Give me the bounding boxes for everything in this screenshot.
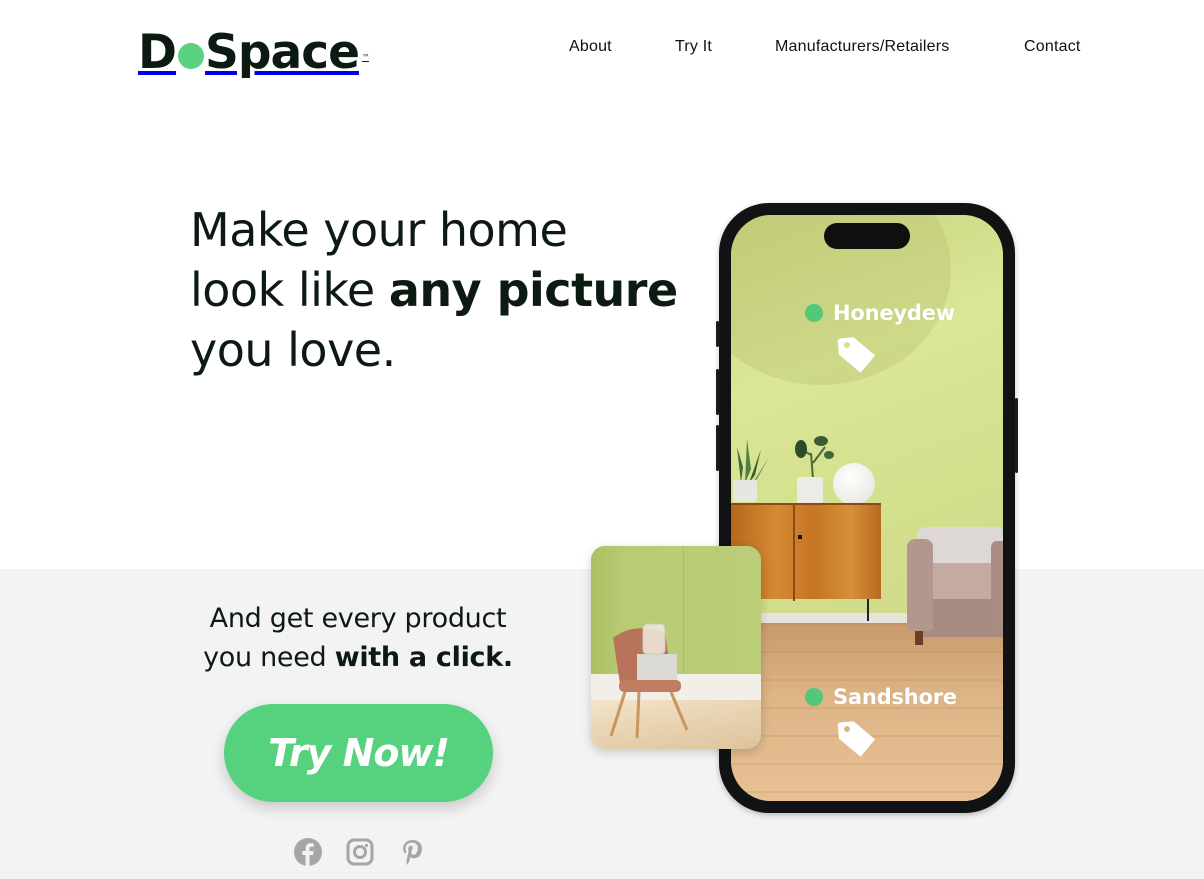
color-tag-honeydew[interactable]: Honeydew xyxy=(805,301,955,325)
facebook-icon xyxy=(294,838,322,866)
phone-power-button xyxy=(1015,398,1018,473)
room-wood-floor xyxy=(731,623,1003,801)
main-nav: About Try It Manufacturers/Retailers Con… xyxy=(0,38,1204,60)
plant-pot xyxy=(733,480,757,502)
facebook-link[interactable] xyxy=(292,836,324,868)
green-dot-icon xyxy=(805,304,823,322)
subheadline-emphasis: with a click. xyxy=(334,642,513,673)
tag-label: Honeydew xyxy=(833,301,955,325)
dynamic-island xyxy=(824,223,910,249)
sideboard-leg xyxy=(867,599,869,621)
try-now-label: Try Now! xyxy=(268,731,450,775)
try-now-button[interactable]: Try Now! xyxy=(224,704,493,802)
armchair xyxy=(907,527,1003,647)
phone-action-button xyxy=(716,321,719,347)
plant-pot xyxy=(797,477,823,503)
nav-manufacturers-retailers[interactable]: Manufacturers/Retailers xyxy=(775,38,949,56)
price-tag-icon[interactable] xyxy=(835,333,879,377)
price-tag-icon[interactable] xyxy=(835,717,879,761)
nav-try-it[interactable]: Try It xyxy=(675,38,712,56)
phone-mockup: Honeydew Sandshore xyxy=(716,203,1018,813)
pinterest-icon xyxy=(403,840,422,865)
instagram-icon xyxy=(346,838,374,866)
green-dot-icon xyxy=(805,688,823,706)
subheadline-line-2: you need xyxy=(203,642,335,673)
inspiration-photo-card[interactable] xyxy=(591,546,761,749)
pinterest-link[interactable] xyxy=(396,836,428,868)
headline-emphasis: any picture xyxy=(388,263,678,317)
nav-about[interactable]: About xyxy=(569,38,612,56)
color-tag-sandshore[interactable]: Sandshore xyxy=(805,685,957,709)
social-links xyxy=(292,836,428,868)
snake-plant-icon xyxy=(737,439,769,483)
nav-contact[interactable]: Contact xyxy=(1024,38,1081,56)
begonia-plant-icon xyxy=(795,436,834,479)
subheadline-line-1: And get every product xyxy=(209,603,507,634)
phone-volume-down-button xyxy=(716,425,719,471)
phone-screen-room-image: Honeydew Sandshore xyxy=(731,215,1003,801)
tag-label: Sandshore xyxy=(833,685,957,709)
globe-lamp xyxy=(833,463,875,505)
hero-headline: Make your home look like any picture you… xyxy=(190,200,710,380)
instagram-link[interactable] xyxy=(344,836,376,868)
phone-volume-up-button xyxy=(716,369,719,415)
headline-line-3: you love. xyxy=(190,323,396,377)
headline-line-2: look like xyxy=(190,263,389,317)
accent-chair-icon xyxy=(609,623,689,738)
hero-subheadline: And get every product you need with a cl… xyxy=(170,599,546,677)
headline-line-1: Make your home xyxy=(190,203,568,257)
